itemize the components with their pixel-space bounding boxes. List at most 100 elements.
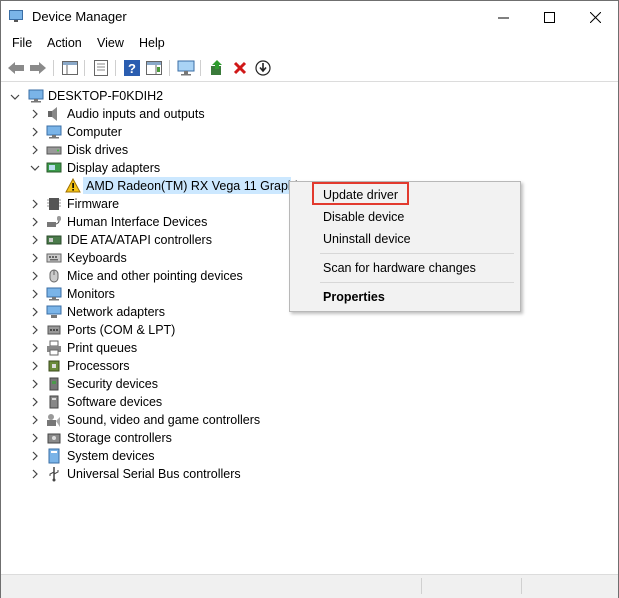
- uninstall-toolbar-button[interactable]: [230, 58, 250, 78]
- hid-icon: [47, 216, 61, 227]
- window-title: Device Manager: [32, 9, 127, 24]
- toolbar-separator: [200, 60, 201, 76]
- computer-root-icon: [28, 89, 44, 103]
- chevron-right-icon[interactable]: [30, 451, 40, 461]
- minimize-icon: [497, 17, 509, 18]
- tree-category-label[interactable]: Computer: [67, 123, 122, 141]
- chevron-right-icon[interactable]: [30, 199, 40, 209]
- status-segment: [421, 578, 422, 594]
- chevron-right-icon[interactable]: [30, 145, 40, 155]
- software-device-icon: [49, 395, 59, 409]
- mouse-icon: [49, 269, 59, 283]
- toolbar-separator: [115, 60, 116, 76]
- context-separator: [320, 253, 514, 254]
- processor-icon: [48, 360, 60, 372]
- device-manager-window: Device Manager File Action View Help ? D…: [0, 0, 619, 598]
- chevron-down-icon[interactable]: [10, 92, 20, 102]
- chevron-right-icon[interactable]: [30, 307, 40, 317]
- update-driver-icon: [211, 60, 222, 75]
- tree-category-label[interactable]: Keyboards: [67, 249, 127, 267]
- tree-category-label[interactable]: Monitors: [67, 285, 115, 303]
- toolbar-separator: [53, 60, 54, 76]
- chevron-right-icon[interactable]: [30, 379, 40, 389]
- svg-text:?: ?: [128, 61, 136, 76]
- arrow-right-icon: [30, 62, 46, 74]
- chevron-right-icon[interactable]: [30, 235, 40, 245]
- chevron-right-icon[interactable]: [30, 469, 40, 479]
- update-driver-toolbar-button[interactable]: [207, 58, 227, 78]
- back-button[interactable]: [6, 58, 26, 78]
- ide-controller-icon: [46, 235, 62, 245]
- tree-category-label[interactable]: Audio inputs and outputs: [67, 105, 205, 123]
- action-pane-button[interactable]: [144, 58, 164, 78]
- speaker-icon: [48, 107, 57, 121]
- forward-button[interactable]: [28, 58, 48, 78]
- tree-category-label[interactable]: Storage controllers: [67, 429, 172, 447]
- close-icon: [589, 11, 601, 23]
- red-x-icon: [233, 61, 247, 75]
- context-separator: [320, 282, 514, 283]
- display-adapter-icon: [46, 162, 62, 173]
- tree-category-label[interactable]: Processors: [67, 357, 130, 375]
- menu-action[interactable]: Action: [47, 36, 82, 50]
- security-device-icon: [49, 377, 59, 391]
- tree-category-label[interactable]: Print queues: [67, 339, 137, 357]
- port-icon: [47, 325, 61, 335]
- context-scan-hardware[interactable]: Scan for hardware changes: [323, 260, 476, 276]
- menu-view[interactable]: View: [97, 36, 124, 50]
- tree-device-amd-radeon[interactable]: AMD Radeon(TM) RX Vega 11 Graphics: [86, 177, 310, 195]
- tree-category-label[interactable]: Network adapters: [67, 303, 165, 321]
- status-segment: [521, 578, 522, 594]
- network-adapter-icon: [46, 305, 62, 318]
- computer-icon: [46, 125, 62, 139]
- tree-category-label[interactable]: Software devices: [67, 393, 162, 411]
- chevron-right-icon[interactable]: [30, 127, 40, 137]
- chevron-right-icon[interactable]: [30, 109, 40, 119]
- status-bar: [1, 574, 618, 598]
- title-bar: Device Manager: [1, 1, 618, 33]
- tree-category-label[interactable]: Security devices: [67, 375, 158, 393]
- tree-category-label[interactable]: Disk drives: [67, 141, 128, 159]
- tree-category-label[interactable]: Display adapters: [67, 159, 160, 177]
- chevron-right-icon[interactable]: [30, 253, 40, 263]
- tree-root-label[interactable]: DESKTOP-F0KDIH2: [48, 87, 163, 105]
- chevron-right-icon[interactable]: [30, 415, 40, 425]
- chevron-right-icon[interactable]: [30, 271, 40, 281]
- chevron-right-icon[interactable]: [30, 289, 40, 299]
- menu-help[interactable]: Help: [139, 36, 165, 50]
- maximize-button[interactable]: [526, 1, 572, 33]
- chevron-right-icon[interactable]: [30, 433, 40, 443]
- tree-category-label[interactable]: Sound, video and game controllers: [67, 411, 260, 429]
- context-properties[interactable]: Properties: [323, 289, 385, 305]
- tree-category-label[interactable]: Human Interface Devices: [67, 213, 207, 231]
- tree-category-label[interactable]: Firmware: [67, 195, 119, 213]
- enable-device-button[interactable]: [253, 58, 273, 78]
- tree-category-label[interactable]: Ports (COM & LPT): [67, 321, 175, 339]
- help-icon: ?: [124, 60, 140, 76]
- context-disable-device[interactable]: Disable device: [323, 209, 404, 225]
- chevron-right-icon[interactable]: [30, 325, 40, 335]
- arrow-left-icon: [8, 62, 24, 74]
- chevron-down-icon[interactable]: [30, 163, 40, 173]
- properties-button[interactable]: [91, 58, 111, 78]
- minimize-button[interactable]: [480, 1, 526, 33]
- scan-monitor-icon: [177, 60, 195, 76]
- firmware-icon: [47, 198, 61, 210]
- chevron-right-icon[interactable]: [30, 397, 40, 407]
- tree-category-label[interactable]: Universal Serial Bus controllers: [67, 465, 241, 483]
- tree-category-label[interactable]: Mice and other pointing devices: [67, 267, 243, 285]
- tree-category-label[interactable]: IDE ATA/ATAPI controllers: [67, 231, 212, 249]
- chevron-right-icon[interactable]: [30, 361, 40, 371]
- menu-file[interactable]: File: [12, 36, 32, 50]
- scan-hardware-button[interactable]: [176, 58, 196, 78]
- tree-category-label[interactable]: System devices: [67, 447, 155, 465]
- context-uninstall-device[interactable]: Uninstall device: [323, 231, 411, 247]
- help-button[interactable]: ?: [122, 58, 142, 78]
- chevron-right-icon[interactable]: [30, 217, 40, 227]
- device-manager-app-icon: [9, 10, 23, 22]
- close-window-button[interactable]: [572, 1, 618, 33]
- show-hide-console-tree-button[interactable]: [60, 58, 80, 78]
- update-driver-highlight-box: [312, 182, 409, 205]
- printer-icon: [47, 340, 61, 356]
- chevron-right-icon[interactable]: [30, 343, 40, 353]
